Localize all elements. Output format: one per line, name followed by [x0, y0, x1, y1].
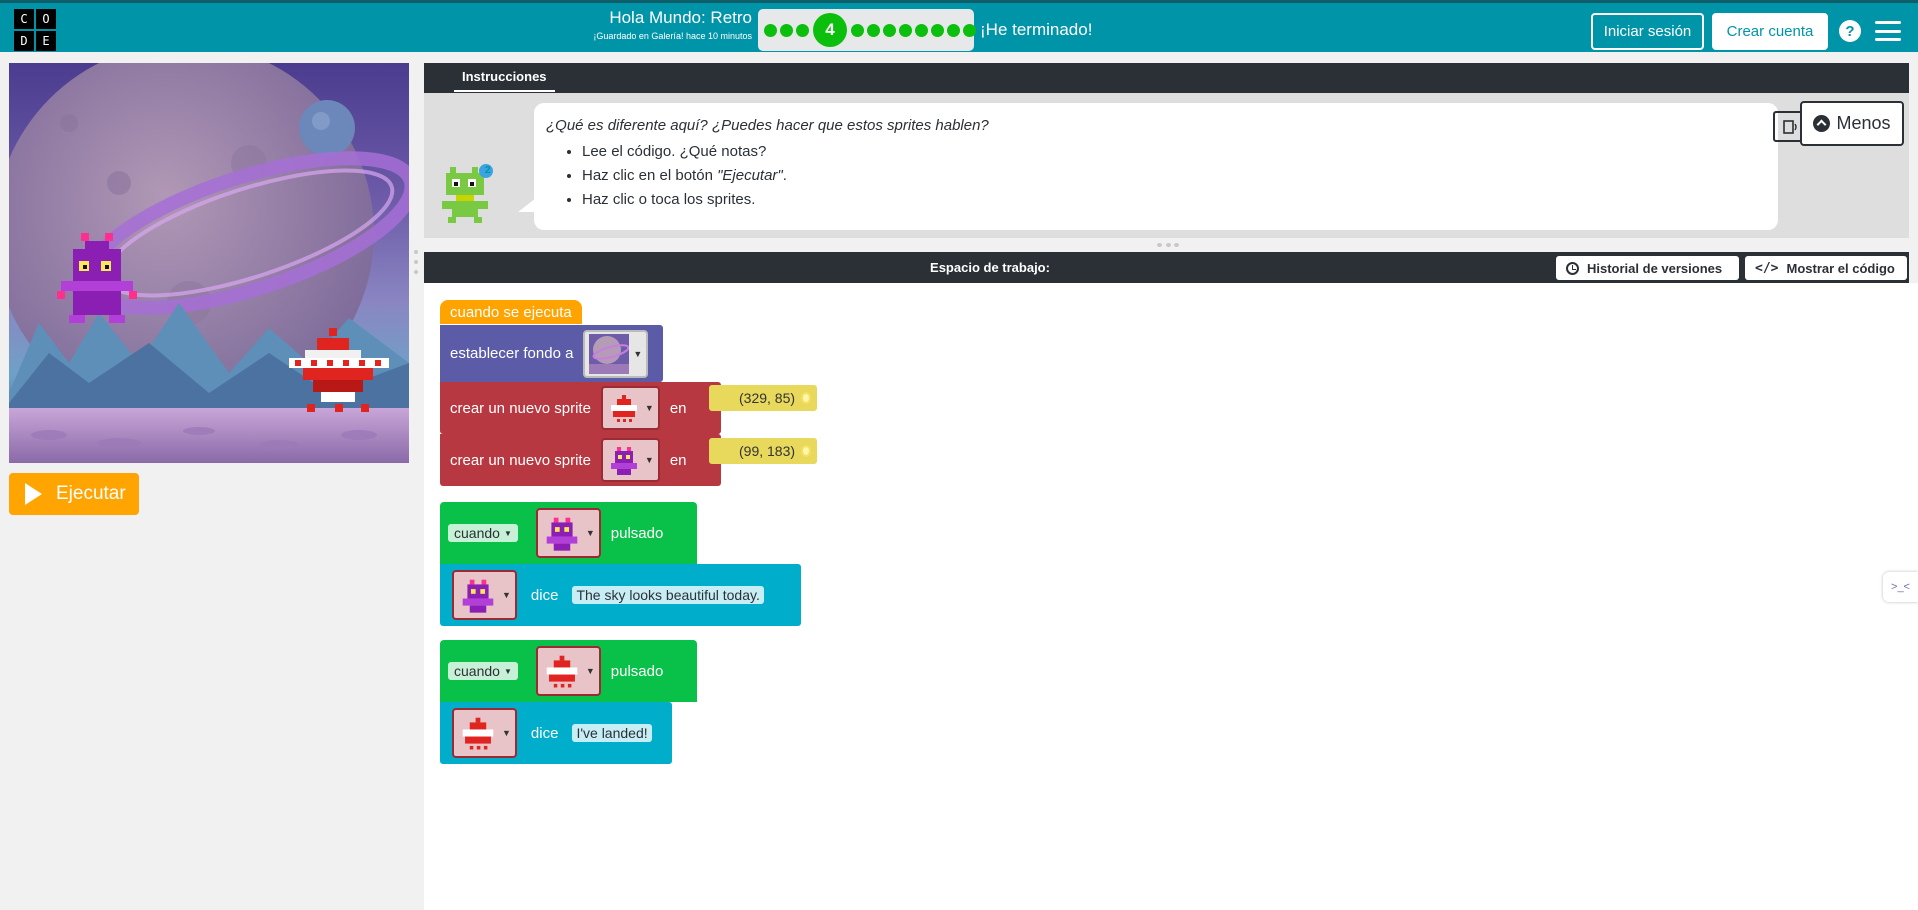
- collapse-label: Menos: [1836, 113, 1891, 133]
- says-label: dice: [530, 586, 559, 604]
- set-background-block[interactable]: establecer fondo a ▼: [440, 325, 663, 382]
- location-field[interactable]: (99, 183): [709, 438, 818, 464]
- code-org-logo[interactable]: C O D E: [14, 9, 56, 51]
- version-history-button[interactable]: Historial de versiones: [1556, 256, 1739, 280]
- level-dot[interactable]: [867, 23, 880, 37]
- header-bar: C O D E Hola Mundo: Retro ¡Guardado en G…: [0, 0, 1918, 52]
- location-pin-icon: [801, 445, 812, 457]
- saved-status: ¡Guardado en Galería! hace 10 minutos: [593, 31, 752, 41]
- blockly-workspace[interactable]: cuando se ejecuta establecer fondo a ▼ c…: [424, 283, 1918, 910]
- run-button-label: Ejecutar: [56, 483, 126, 504]
- sprite-picker[interactable]: ▼: [452, 708, 517, 758]
- pressed-label: pulsado: [610, 524, 664, 542]
- sprite-picker[interactable]: ▼: [535, 508, 601, 558]
- instructions-bubble: ¿Qué es diferente aquí? ¿Puedes hacer qu…: [534, 103, 1873, 230]
- alien-sprite-icon: [546, 517, 578, 551]
- project-title-block: Hola Mundo: Retro ¡Guardado en Galería! …: [560, 8, 752, 42]
- say-text-field[interactable]: The sky looks beautiful today.: [572, 586, 764, 604]
- chevron-up-icon: [1813, 115, 1831, 132]
- finished-link[interactable]: ¡He terminado!: [980, 20, 1092, 40]
- create-sprite-label: crear un nuevo sprite: [450, 399, 591, 417]
- instructions-panel: 2 ¿Qué es diferente aquí? ¿Puedes hacer …: [424, 93, 1909, 238]
- when-pressed-block[interactable]: cuando ▼ ▼ pulsado: [440, 502, 697, 564]
- at-label: en: [669, 399, 687, 417]
- logo-letter-o: O: [36, 9, 56, 29]
- version-history-label: Historial de versiones: [1587, 260, 1723, 276]
- sprite-picker[interactable]: ▼: [600, 386, 660, 430]
- create-account-button[interactable]: Crear cuenta: [1712, 13, 1828, 50]
- level-dot[interactable]: [780, 23, 793, 37]
- play-icon: [25, 483, 42, 505]
- instructions-question: ¿Qué es diferente aquí? ¿Puedes hacer qu…: [546, 117, 989, 134]
- create-sprite-block[interactable]: crear un nuevo sprite ▼ en: [440, 382, 721, 434]
- logo-letter-d: D: [14, 31, 34, 51]
- game-stage[interactable]: [9, 63, 409, 463]
- clock-icon: [1566, 261, 1579, 275]
- tab-instructions[interactable]: Instrucciones: [454, 69, 555, 92]
- level-dot[interactable]: [796, 23, 809, 37]
- alien-sprite-icon: [462, 579, 494, 613]
- background-picker[interactable]: ▼: [583, 329, 649, 378]
- level-dot[interactable]: [883, 23, 896, 37]
- level-dot[interactable]: [899, 23, 912, 37]
- sprite-picker[interactable]: ▼: [452, 570, 517, 620]
- pressed-label: pulsado: [610, 662, 664, 680]
- code-icon: </>: [1755, 260, 1779, 276]
- when-run-block[interactable]: cuando se ejecuta: [440, 300, 582, 324]
- level-dot[interactable]: [915, 23, 928, 37]
- toolbox-toggle-tab[interactable]: >_<: [1883, 572, 1918, 602]
- level-progress-bar: 4: [758, 9, 976, 51]
- vertical-resize-handle[interactable]: [414, 250, 418, 274]
- signin-button[interactable]: Iniciar sesión: [1591, 13, 1704, 50]
- level-dot[interactable]: [851, 23, 864, 37]
- create-sprite-block[interactable]: crear un nuevo sprite ▼ en: [440, 434, 721, 486]
- create-sprite-label: crear un nuevo sprite: [450, 451, 591, 469]
- workspace-title: Espacio de trabajo:: [930, 260, 1050, 275]
- show-code-button[interactable]: </> Mostrar el código: [1745, 256, 1907, 280]
- level-dot[interactable]: [963, 23, 976, 37]
- instruction-step: Haz clic en el botón "Ejecutar".: [582, 164, 1766, 188]
- alien-sprite-icon: [610, 447, 637, 475]
- avatar-badge: 2: [485, 165, 491, 176]
- event-dropdown[interactable]: cuando ▼: [448, 524, 518, 542]
- when-run-label: cuando se ejecuta: [450, 303, 572, 321]
- location-field[interactable]: (329, 85): [709, 385, 818, 411]
- horizontal-resize-handle[interactable]: [1157, 243, 1179, 247]
- background-thumbnail-icon: [589, 333, 630, 374]
- logo-letter-c: C: [14, 9, 34, 29]
- help-icon[interactable]: ?: [1839, 20, 1861, 42]
- project-title: Hola Mundo: Retro: [609, 8, 752, 27]
- at-label: en: [669, 451, 687, 469]
- run-button[interactable]: Ejecutar: [9, 473, 139, 515]
- say-text-field[interactable]: I've landed!: [572, 724, 652, 742]
- workspace-header: Espacio de trabajo: Historial de version…: [424, 252, 1909, 283]
- says-label: dice: [530, 724, 559, 742]
- ufo-sprite-icon: [462, 717, 494, 750]
- say-block[interactable]: ▼ dice I've landed!: [440, 702, 672, 764]
- ufo-sprite-icon: [610, 395, 637, 422]
- hamburger-menu-icon[interactable]: [1875, 21, 1901, 41]
- instruction-step: Haz clic o toca los sprites.: [582, 188, 1766, 212]
- set-background-label: establecer fondo a: [450, 345, 574, 362]
- level-dot[interactable]: [931, 23, 944, 37]
- instructions-tab-bar: Instrucciones: [424, 63, 1909, 93]
- instruction-step: Lee el código. ¿Qué notas?: [582, 140, 1766, 164]
- sprite-picker[interactable]: ▼: [600, 438, 660, 482]
- location-pin-icon: [801, 392, 812, 404]
- say-block[interactable]: ▼ dice The sky looks beautiful today.: [440, 564, 801, 626]
- instructions-steps: Lee el código. ¿Qué notas? Haz clic en e…: [582, 140, 1766, 212]
- collapse-instructions-button[interactable]: Menos: [1800, 101, 1904, 146]
- logo-letter-e: E: [36, 31, 56, 51]
- current-level-dot[interactable]: 4: [813, 13, 847, 47]
- location-value: (99, 183): [739, 443, 796, 459]
- ufo-sprite-icon: [546, 655, 578, 688]
- sprite-picker[interactable]: ▼: [535, 646, 601, 696]
- level-dot[interactable]: [764, 23, 777, 37]
- level-dot[interactable]: [947, 23, 960, 37]
- show-code-label: Mostrar el código: [1786, 260, 1895, 276]
- when-pressed-block[interactable]: cuando ▼ ▼ pulsado: [440, 640, 697, 702]
- event-dropdown[interactable]: cuando ▼: [448, 662, 518, 680]
- location-value: (329, 85): [739, 390, 796, 406]
- stage-background: [9, 63, 409, 463]
